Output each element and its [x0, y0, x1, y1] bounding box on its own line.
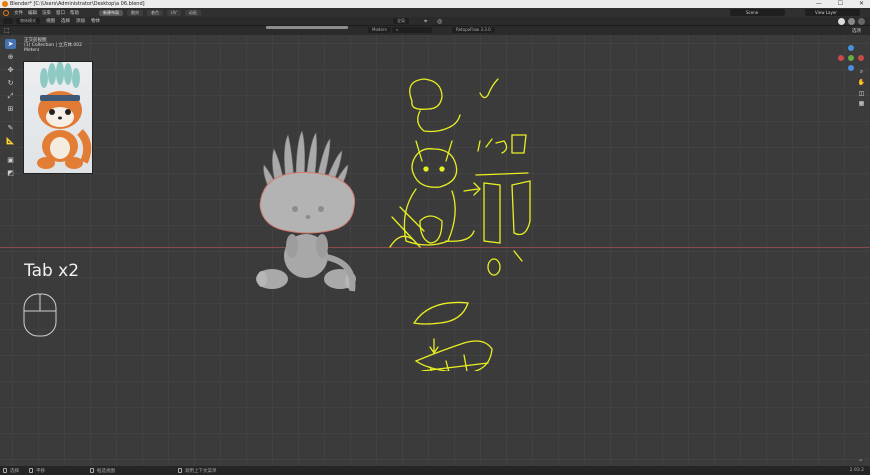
- mouse-left-icon: [3, 468, 7, 473]
- gizmo-neg-x-axis[interactable]: [858, 55, 864, 61]
- blender-menu-icon[interactable]: [3, 9, 9, 16]
- shading-render-icon[interactable]: [858, 18, 865, 25]
- gizmo-y-axis[interactable]: [848, 45, 854, 51]
- mode-selector[interactable]: 物体模式: [16, 18, 40, 24]
- overlay-selector[interactable]: Modern: [368, 27, 392, 33]
- viewport-corner-label: ⊿: [858, 457, 862, 462]
- blender-logo-icon: [2, 1, 8, 7]
- menu-window[interactable]: 窗口: [56, 10, 65, 16]
- keypress-overlay: Tab x2: [24, 261, 80, 281]
- fox-figurine-photo: [37, 61, 92, 169]
- title-bar: Blender* [C:\Users\Administrator\Desktop…: [0, 0, 870, 8]
- mouse-middle-icon: [29, 468, 33, 473]
- workspace-tab-uv[interactable]: UV: [167, 9, 181, 16]
- proportional-edit-icon[interactable]: ◎: [437, 18, 442, 25]
- status-bar: 选择 平移 框选视图 调用上下文菜单 2.93.2: [0, 466, 870, 475]
- gizmo-neg-z-axis[interactable]: [848, 65, 854, 71]
- workspace-tab-sculpt[interactable]: 雕刻: [127, 9, 143, 16]
- header-resize-handle[interactable]: [266, 26, 348, 29]
- transform-orientation[interactable]: 全局: [393, 18, 409, 24]
- scene-selector[interactable]: Scene: [730, 9, 785, 16]
- menu-select[interactable]: 选择: [61, 18, 70, 24]
- menu-bar: 文件 编辑 渲染 窗口 帮助 新建布局 雕刻 着色 UV 动画 Scene Vi…: [0, 8, 870, 17]
- units-info: Meters: [24, 48, 40, 53]
- close-button[interactable]: ✕: [859, 0, 864, 8]
- zoom-icon[interactable]: ⌕: [857, 67, 866, 76]
- mouse-right-icon: [178, 468, 182, 473]
- measure-tool-icon[interactable]: 📐: [5, 136, 16, 146]
- 3d-viewport[interactable]: ➤ ⊕ ✥ ↻ ⤢ ⊞ ✎ 📐 ▣ ◩ 正交前视图 (1) Collection…: [0, 26, 870, 466]
- status-box-select: 框选视图: [97, 468, 115, 474]
- blender-version: 2.93.2: [849, 468, 864, 473]
- snap-icon[interactable]: ⌖: [424, 18, 427, 26]
- mouse-box-icon: [90, 468, 94, 473]
- workspace-tab-layout[interactable]: 新建布局: [99, 9, 123, 16]
- tool-settings-bar: ⬚ Modern ⌕ RetopoFlow 3.3.0 选项: [0, 26, 870, 35]
- viewport-header: 物体模式 视图 选择 添加 物体 全局 ⌖ ◎: [0, 17, 870, 26]
- gizmo-x-axis[interactable]: [838, 55, 844, 61]
- workspace-tab-shading[interactable]: 着色: [147, 9, 163, 16]
- shading-solid-icon[interactable]: [838, 18, 845, 25]
- menu-file[interactable]: 文件: [14, 10, 23, 16]
- status-select: 选择: [10, 468, 19, 474]
- status-pan: 平移: [36, 468, 45, 474]
- reference-image[interactable]: [23, 61, 93, 174]
- retopoflow-button[interactable]: RetopoFlow 3.3.0: [452, 27, 495, 33]
- gizmo-z-axis[interactable]: [848, 55, 854, 61]
- menu-render[interactable]: 渲染: [42, 10, 51, 16]
- annotation-sketch: [389, 78, 531, 371]
- pan-hand-icon[interactable]: ✋: [857, 78, 866, 87]
- menu-view[interactable]: 视图: [46, 18, 55, 24]
- menu-add[interactable]: 添加: [76, 18, 85, 24]
- editor-type-button[interactable]: [3, 18, 13, 24]
- ortho-grid-icon[interactable]: ▦: [857, 99, 866, 108]
- transform-tool-icon[interactable]: ⊞: [5, 104, 16, 114]
- scale-tool-icon[interactable]: ⤢: [5, 91, 16, 101]
- menu-help[interactable]: 帮助: [70, 10, 79, 16]
- add-cube-tool-icon[interactable]: ▣: [5, 155, 16, 165]
- menu-edit[interactable]: 编辑: [28, 10, 37, 16]
- workspace-tab-animation[interactable]: 动画: [184, 9, 201, 16]
- move-tool-icon[interactable]: ✥: [5, 65, 16, 75]
- options-menu[interactable]: 选项: [852, 28, 861, 34]
- cursor-tool-icon[interactable]: ⊕: [5, 52, 16, 62]
- camera-view-icon[interactable]: ◫: [857, 89, 866, 98]
- menu-object[interactable]: 物体: [91, 18, 100, 24]
- search-field[interactable]: ⌕: [392, 27, 432, 33]
- minimize-button[interactable]: —: [816, 0, 822, 8]
- maximize-button[interactable]: ☐: [838, 0, 843, 8]
- mouse-icon: [23, 293, 57, 337]
- sculpt-model[interactable]: [248, 131, 368, 296]
- view-layer-selector[interactable]: View Layer: [805, 9, 860, 16]
- rotate-tool-icon[interactable]: ↻: [5, 78, 16, 88]
- shading-material-icon[interactable]: [848, 18, 855, 25]
- view-info: 正交前视图 (1) Collection | 立方体.002 Meters: [24, 38, 82, 53]
- annotate-tool-icon[interactable]: ✎: [5, 123, 16, 133]
- extra-tool-icon[interactable]: ◩: [5, 168, 16, 178]
- status-context-menu: 调用上下文菜单: [185, 468, 217, 474]
- select-tool-icon[interactable]: ➤: [5, 39, 16, 49]
- select-box-icon[interactable]: ⬚: [4, 27, 10, 34]
- window-title: Blender* [C:\Users\Administrator\Desktop…: [10, 1, 145, 7]
